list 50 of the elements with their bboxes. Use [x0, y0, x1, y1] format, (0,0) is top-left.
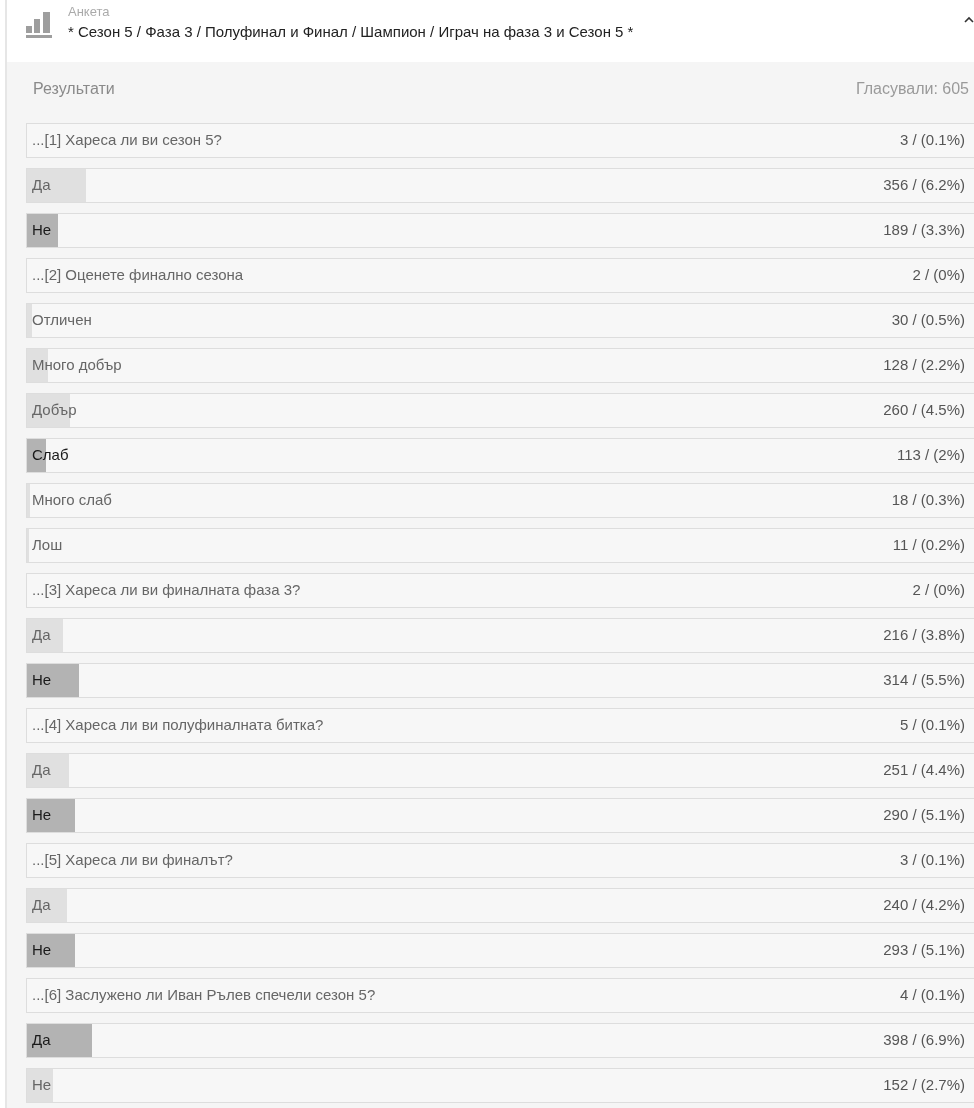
answer-count: 128 / (2.2%) — [883, 355, 965, 376]
question-count: 2 / (0%) — [912, 580, 965, 601]
vote-total: Гласували: 605 — [855, 79, 969, 99]
answer-count: 11 / (0.2%) — [892, 535, 965, 556]
question-count: 4 / (0.1%) — [899, 985, 965, 1006]
question-count: 3 / (0.1%) — [899, 850, 965, 871]
answer-label: Да — [32, 175, 51, 196]
answer-count: 113 / (2%) — [896, 445, 965, 466]
question-text: ...[1] Хареса ли ви сезон 5? — [32, 130, 222, 151]
answer-label: Много слаб — [32, 490, 112, 511]
answer-count: 398 / (6.9%) — [883, 1030, 965, 1051]
results-heading: Результати — [33, 79, 115, 99]
answer-label: Да — [32, 760, 51, 781]
answer-label: Лош — [32, 535, 63, 556]
answer-label: Да — [32, 625, 51, 646]
answer-label: Добър — [32, 400, 77, 421]
bar-chart-icon — [25, 12, 52, 38]
answer-label: Не — [32, 220, 52, 241]
answer-label: Отличен — [32, 310, 92, 331]
poll-title: * Сезон 5 / Фаза 3 / Полуфинал и Финал / Шампион / Играч на фаза 3 и Сезон 5 * — [68, 22, 634, 42]
question-text: ...[3] Хареса ли ви финалната фаза 3? — [32, 580, 301, 601]
answer-count: 293 / (5.1%) — [883, 940, 965, 961]
answer-count: 251 / (4.4%) — [883, 760, 965, 781]
header-label: Анкета — [68, 4, 111, 20]
answer-count: 30 / (0.5%) — [891, 310, 965, 331]
answer-label: Не — [32, 805, 52, 826]
answer-count: 314 / (5.5%) — [883, 670, 965, 691]
answer-count: 356 / (6.2%) — [883, 175, 965, 196]
answer-label: Да — [32, 1030, 51, 1051]
answer-count: 18 / (0.3%) — [891, 490, 965, 511]
answer-count: 216 / (3.8%) — [883, 625, 965, 646]
answer-label: Много добър — [32, 355, 122, 376]
question-count: 5 / (0.1%) — [899, 715, 965, 736]
question-text: ...[4] Хареса ли ви полуфиналната битка? — [32, 715, 324, 736]
question-text: ...[5] Хареса ли ви финалът? — [32, 850, 233, 871]
question-text: ...[6] Заслужено ли Иван Рълев спечели сезон 5? — [32, 985, 376, 1006]
question-count: 2 / (0%) — [912, 265, 965, 286]
answer-label: Не — [32, 670, 52, 691]
answer-count: 260 / (4.5%) — [883, 400, 965, 421]
question-count: 3 / (0.1%) — [899, 130, 965, 151]
answer-label: Не — [32, 940, 52, 961]
answer-count: 189 / (3.3%) — [883, 220, 965, 241]
question-text: ...[2] Оценете финално сезона — [32, 265, 244, 286]
answer-count: 290 / (5.1%) — [883, 805, 965, 826]
answer-label: Слаб — [32, 445, 69, 466]
answer-count: 152 / (2.7%) — [883, 1075, 965, 1096]
chevron-up-icon[interactable] — [964, 16, 974, 23]
answer-count: 240 / (4.2%) — [883, 895, 965, 916]
answer-label: Да — [32, 895, 51, 916]
answer-label: Не — [32, 1075, 52, 1096]
